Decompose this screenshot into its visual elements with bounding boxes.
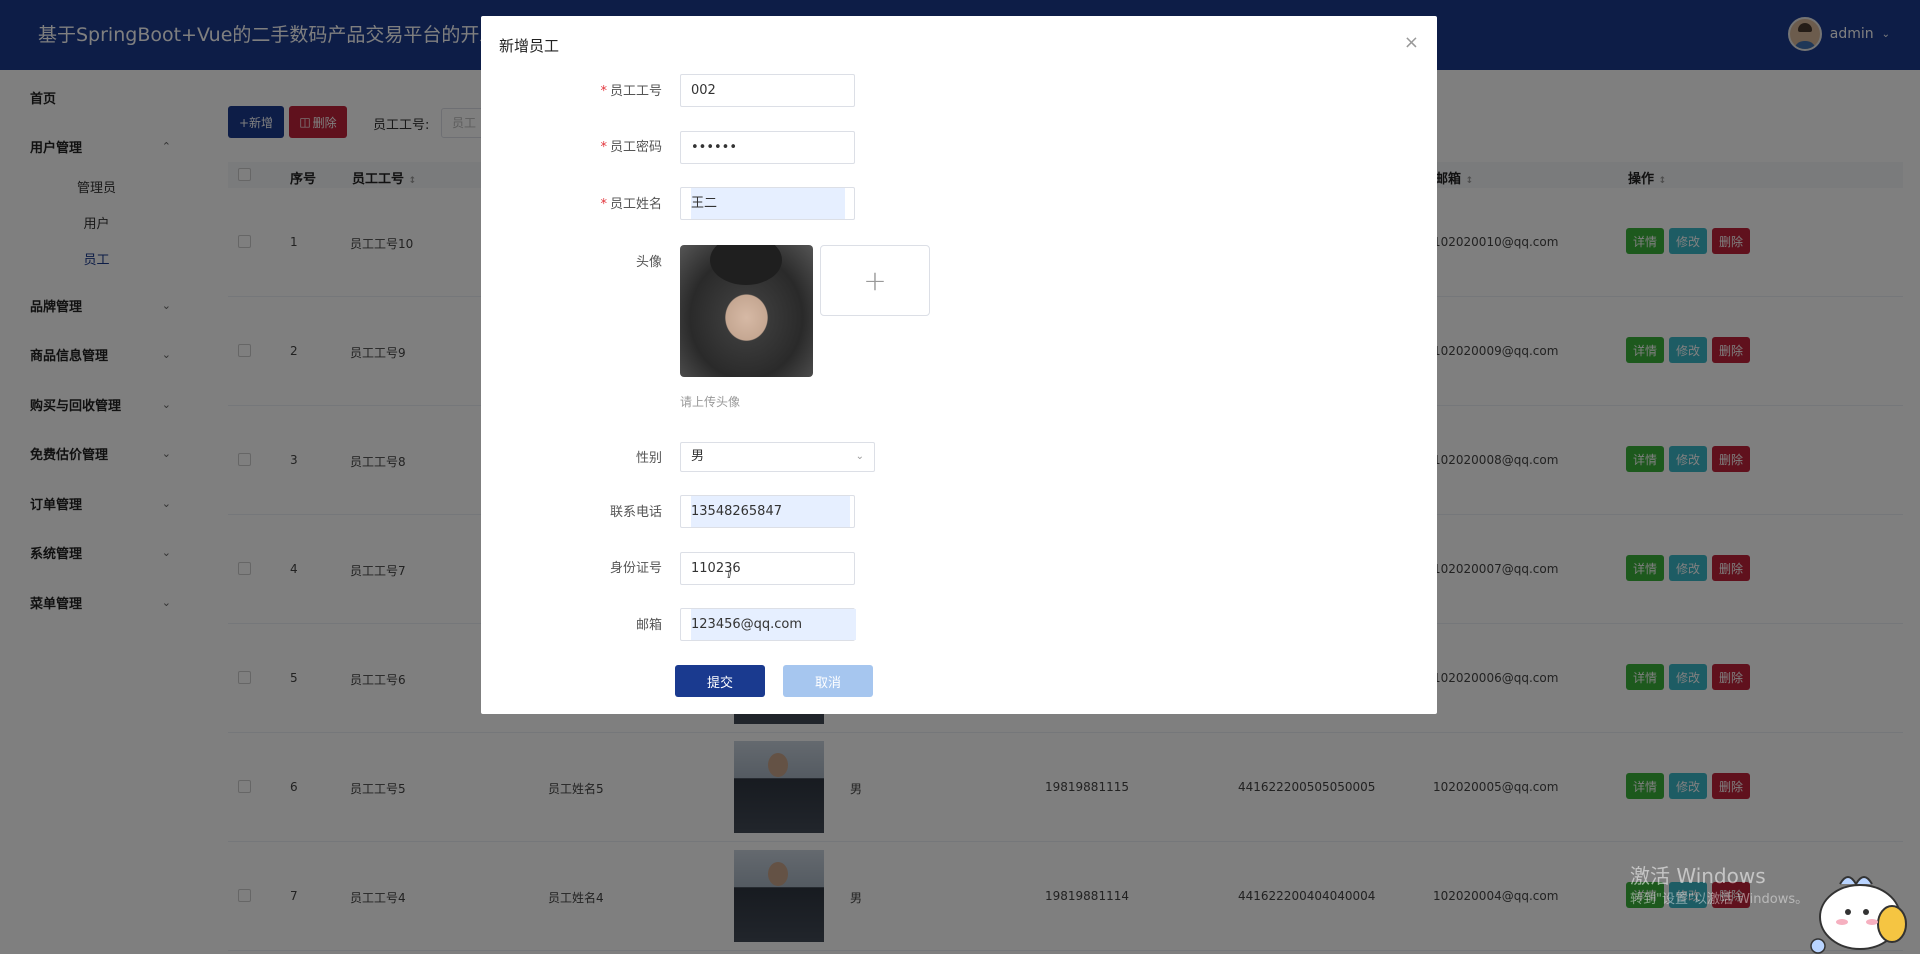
id-card-input[interactable]: 110236 xyxy=(680,552,855,585)
emp-no-label: * 员工工号 xyxy=(600,80,662,99)
emp-no-input[interactable]: 002 xyxy=(680,74,855,107)
avatar-hint: 请上传头像 xyxy=(680,395,741,409)
add-employee-dialog: 新增员工 × * 员工工号 002 * 员工密码 •••••• * 员工姓名 王二 头… xyxy=(481,16,1437,714)
gender-select[interactable]: 男 ⌄ xyxy=(680,442,875,472)
gender-label: 性别 xyxy=(635,451,662,466)
gender-select-value: 男 xyxy=(691,449,705,464)
name-input-value: 王二 xyxy=(691,188,846,219)
cancel-button[interactable]: 取消 xyxy=(783,665,873,697)
plus-icon[interactable]: + xyxy=(820,245,930,316)
required-asterisk: * xyxy=(600,140,607,155)
password-input[interactable]: •••••• xyxy=(680,131,855,164)
phone-input-value: 13548265847 xyxy=(691,496,850,527)
close-icon[interactable]: × xyxy=(1404,32,1419,53)
name-input[interactable]: 王二 xyxy=(680,187,855,220)
submit-button[interactable]: 提交 xyxy=(675,665,765,697)
password-label-text: 员工密码 xyxy=(609,140,662,155)
windows-activation-watermark: 激活 Windows xyxy=(1630,864,1766,888)
email-label: 邮箱 xyxy=(635,618,662,633)
required-asterisk: * xyxy=(600,197,607,212)
phone-label: 联系电话 xyxy=(609,505,662,520)
text-cursor-icon: ⅈ xyxy=(727,566,732,582)
emp-no-label-text: 员工工号 xyxy=(609,84,662,99)
required-asterisk: * xyxy=(600,84,607,99)
mascot-sticker xyxy=(1810,876,1907,954)
dialog-title: 新增员工 xyxy=(499,37,560,55)
id-card-label: 身份证号 xyxy=(609,561,662,576)
phone-input[interactable]: 13548265847 xyxy=(680,495,855,528)
windows-activation-hint: 转到"设置"以激活 Windows。 xyxy=(1630,892,1809,907)
chevron-down-icon: ⌄ xyxy=(855,451,864,462)
name-label-text: 员工姓名 xyxy=(609,197,662,212)
avatar-preview[interactable] xyxy=(680,245,813,377)
name-label: * 员工姓名 xyxy=(600,193,662,212)
email-input[interactable]: 123456@qq.com xyxy=(680,608,857,641)
email-input-value: 123456@qq.com xyxy=(691,609,857,640)
avatar-label: 头像 xyxy=(635,255,662,270)
password-label: * 员工密码 xyxy=(600,136,662,155)
app-root: 基于SpringBoot+Vue的二手数码产品交易平台的开发 admin ⌄ 首… xyxy=(0,0,1920,954)
